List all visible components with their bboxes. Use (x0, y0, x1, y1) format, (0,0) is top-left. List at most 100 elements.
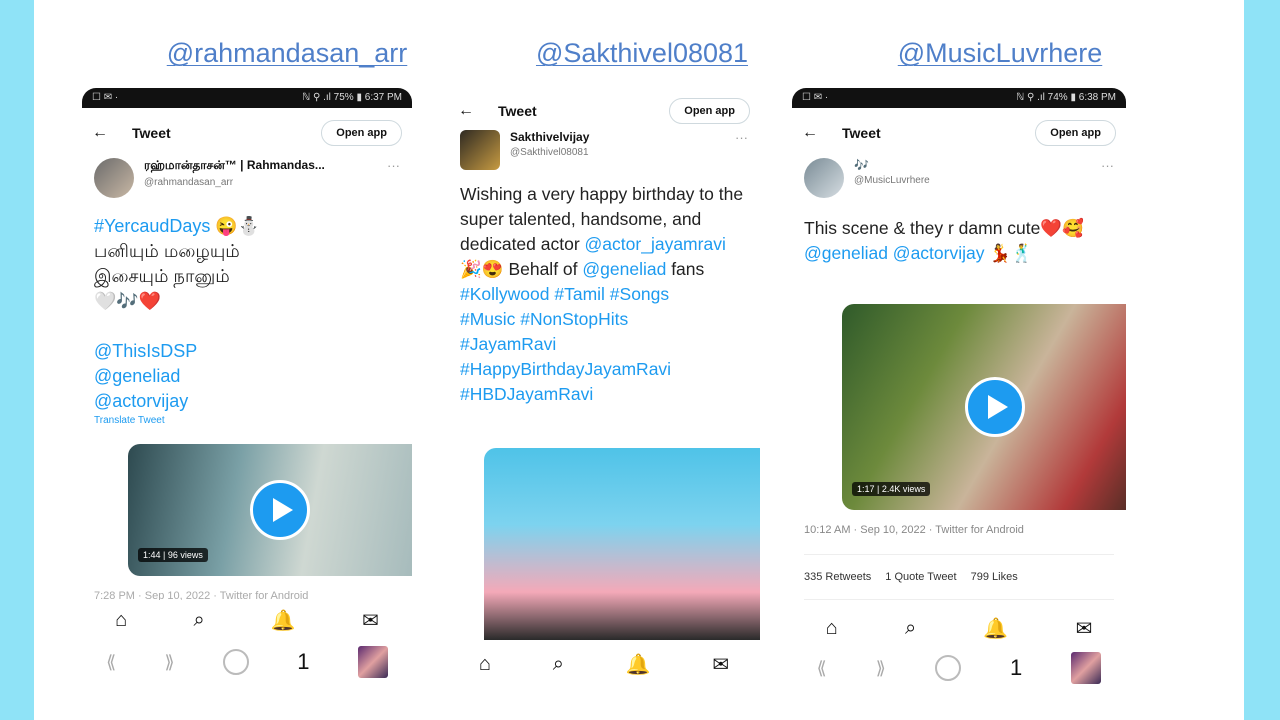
tab-count[interactable]: 1 (297, 649, 309, 675)
video-view-badge: 1:44 | 96 views (138, 548, 208, 562)
hashtag-link[interactable]: #Kollywood #Tamil #Songs (460, 282, 750, 307)
bottom-nav: ⌂ ⌕ 🔔 ✉ (448, 644, 760, 684)
tweet-video[interactable]: 1:17 | 2.4K views (842, 304, 1126, 510)
tweet-title: Tweet (132, 125, 171, 141)
more-options-icon[interactable]: ··· (1101, 158, 1114, 173)
system-nav: ⟪ ⟫ 1 (792, 646, 1126, 688)
handle-label-1: @rahmandasan_arr (166, 38, 408, 68)
more-options-icon[interactable]: ··· (387, 158, 400, 173)
profile-thumbnail[interactable] (357, 646, 388, 678)
open-app-button[interactable]: Open app (1035, 120, 1116, 146)
home-icon[interactable]: ⌂ (479, 653, 491, 676)
messages-icon[interactable]: ✉ (1076, 616, 1093, 641)
tweet-line: இசையும் நானும் (94, 266, 230, 286)
like-count[interactable]: 799 Likes (971, 571, 1018, 583)
display-name[interactable]: ரஹ்மான்தாசன்™ | Rahmandas... (144, 158, 387, 174)
home-icon[interactable]: ⌂ (826, 617, 838, 640)
tweet-stats: 335 Retweets 1 Quote Tweet 799 Likes (804, 554, 1114, 600)
tweet-line: பனியும் மழையும் (94, 241, 240, 261)
messages-icon[interactable]: ✉ (712, 652, 729, 677)
open-app-button[interactable]: Open app (321, 120, 402, 146)
tweet-image[interactable] (484, 448, 760, 640)
display-name[interactable]: 🎶 (854, 158, 1101, 172)
username[interactable]: @rahmandasan_arr (144, 177, 387, 188)
rewind-icon[interactable]: ⟪ (106, 652, 116, 673)
tweet-header: ← Tweet Open app (792, 116, 1126, 150)
tweet-timestamp: 10:12 AM · Sep 10, 2022 · Twitter for An… (804, 524, 1024, 536)
phone-screenshot-1: ☐ ✉ · ℕ ⚲ .ıl 75% ▮ 6:37 PM ← Tweet Open… (82, 88, 412, 688)
back-arrow-icon[interactable]: ← (92, 124, 122, 142)
hashtag-link[interactable]: #HBDJayamRavi (460, 382, 750, 407)
status-right: ℕ ⚲ .ıl 75% ▮ 6:37 PM (302, 92, 402, 103)
hashtag-link[interactable]: #JayamRavi (460, 332, 750, 357)
avatar[interactable] (460, 130, 500, 170)
mention-link[interactable]: @geneliad @actorvijay 💃🕺 (804, 241, 1116, 266)
notifications-icon[interactable]: 🔔 (983, 616, 1008, 641)
mention-link[interactable]: @actor_jayamravi (585, 234, 726, 254)
username[interactable]: @Sakthivel08081 (510, 147, 735, 158)
forward-icon[interactable]: ⟫ (165, 652, 175, 673)
status-left: ☐ ✉ · (92, 92, 119, 103)
system-nav: ⟪ ⟫ 1 (82, 640, 412, 684)
phone-screenshot-2: ← Tweet Open app Sakthivelvijay @Sakthiv… (448, 88, 760, 688)
loading-ring-icon (934, 655, 961, 681)
phone-screenshot-3: ☐ ✉ · ℕ ⚲ .ıl 74% ▮ 6:38 PM ← Tweet Open… (792, 88, 1126, 688)
translate-tweet-link[interactable]: Translate Tweet (94, 414, 402, 428)
back-arrow-icon[interactable]: ← (802, 124, 832, 142)
tweet-author[interactable]: 🎶 @MusicLuvrhere ··· (804, 158, 1114, 198)
avatar[interactable] (804, 158, 844, 198)
tweet-title: Tweet (842, 125, 881, 141)
quote-count[interactable]: 1 Quote Tweet (885, 571, 956, 583)
search-icon[interactable]: ⌕ (553, 653, 564, 676)
notifications-icon[interactable]: 🔔 (626, 652, 651, 677)
tweet-header: ← Tweet Open app (82, 116, 412, 150)
play-button-icon[interactable] (965, 377, 1025, 437)
profile-thumbnail[interactable] (1071, 652, 1102, 684)
tweet-line: 🤍🎶❤️ (94, 291, 162, 311)
tweet-text-part: fans (666, 259, 705, 279)
loading-ring-icon (222, 649, 249, 675)
search-icon[interactable]: ⌕ (193, 609, 204, 632)
forward-icon[interactable]: ⟫ (876, 658, 886, 679)
handle-label-3: @MusicLuvrhere (897, 38, 1103, 68)
bottom-nav: ⌂ ⌕ 🔔 ✉ (792, 608, 1126, 648)
retweet-count[interactable]: 335 Retweets (804, 571, 871, 583)
hashtag-link[interactable]: #HappyBirthdayJayamRavi (460, 357, 750, 382)
tab-count[interactable]: 1 (1010, 655, 1022, 681)
back-arrow-icon[interactable]: ← (458, 102, 488, 120)
more-options-icon[interactable]: ··· (735, 130, 748, 145)
notifications-icon[interactable]: 🔔 (271, 608, 296, 633)
mention-link[interactable]: @actorvijay (94, 389, 402, 414)
tweet-text: Wishing a very happy birthday to the sup… (460, 182, 750, 407)
messages-icon[interactable]: ✉ (362, 608, 379, 633)
tweet-author[interactable]: ரஹ்மான்தாசன்™ | Rahmandas... @rahmandasa… (94, 158, 400, 198)
handle-label-2: @Sakthivel08081 (535, 38, 749, 68)
tweet-line: This scene & they r damn cute❤️🥰 (804, 218, 1084, 238)
open-app-button[interactable]: Open app (669, 98, 750, 124)
tweet-video[interactable]: 1:44 | 96 views (128, 444, 412, 576)
search-icon[interactable]: ⌕ (905, 617, 916, 640)
hashtag-link[interactable]: #YercaudDays 😜⛄ (94, 214, 402, 239)
video-view-badge: 1:17 | 2.4K views (852, 482, 931, 496)
bottom-nav: ⌂ ⌕ 🔔 ✉ (82, 600, 412, 640)
mention-link[interactable]: @ThisIsDSP (94, 339, 402, 364)
tweet-text: #YercaudDays 😜⛄ பனியும் மழையும் இசையும் … (94, 214, 402, 428)
tweet-header: ← Tweet Open app (448, 94, 760, 128)
username[interactable]: @MusicLuvrhere (854, 175, 1101, 186)
mention-link[interactable]: @geneliad (582, 259, 666, 279)
status-bar: ☐ ✉ · ℕ ⚲ .ıl 75% ▮ 6:37 PM (82, 88, 412, 108)
rewind-icon[interactable]: ⟪ (817, 658, 827, 679)
mention-link[interactable]: @geneliad (94, 364, 402, 389)
tweet-author[interactable]: Sakthivelvijay @Sakthivel08081 ··· (460, 130, 748, 170)
status-right: ℕ ⚲ .ıl 74% ▮ 6:38 PM (1016, 92, 1116, 103)
tweet-text: This scene & they r damn cute❤️🥰 @geneli… (804, 216, 1116, 266)
home-icon[interactable]: ⌂ (115, 609, 127, 632)
status-left: ☐ ✉ · (802, 92, 829, 103)
status-bar: ☐ ✉ · ℕ ⚲ .ıl 74% ▮ 6:38 PM (792, 88, 1126, 108)
avatar[interactable] (94, 158, 134, 198)
display-name[interactable]: Sakthivelvijay (510, 130, 735, 144)
hashtag-link[interactable]: #Music #NonStopHits (460, 307, 750, 332)
play-button-icon[interactable] (250, 480, 310, 540)
tweet-text-part: 🎉😍 Behalf of (460, 259, 583, 279)
tweet-title: Tweet (498, 103, 537, 119)
